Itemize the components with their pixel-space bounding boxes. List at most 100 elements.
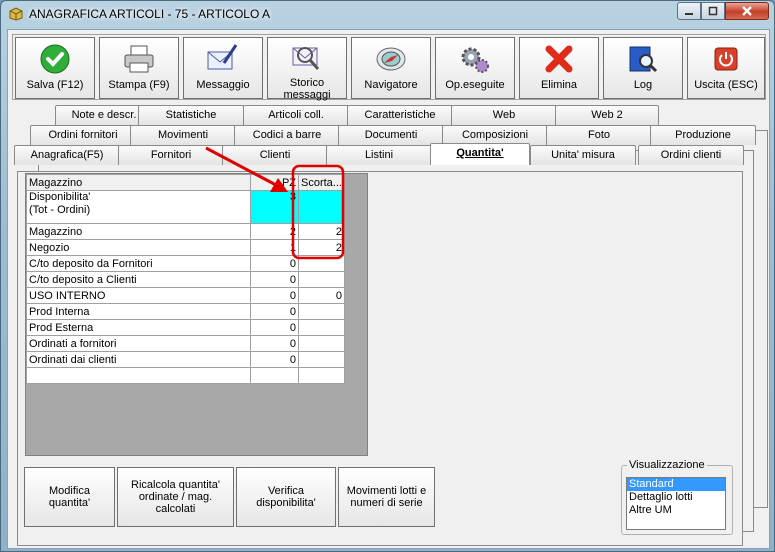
verify-availability-button[interactable]: Verifica disponibilita' — [236, 467, 336, 527]
tab-fornitori[interactable]: Fornitori — [118, 145, 224, 165]
restore-icon — [708, 6, 718, 16]
list-item[interactable]: Dettaglio lotti — [627, 491, 725, 504]
modify-quantity-button[interactable]: Modifica quantita' — [24, 467, 115, 527]
table-row[interactable]: Negozio 1 2 — [26, 239, 345, 256]
table-row[interactable]: Disponibilita' (Tot - Ordini) 3 — [26, 190, 345, 224]
scorta-cell[interactable] — [298, 190, 345, 224]
quantita-panel: Magazzino PZ Scorta... Disponibilita' (T… — [17, 171, 743, 546]
scorta-cell[interactable]: 2 — [298, 239, 345, 256]
visualizzazione-listbox[interactable]: Standard Dettaglio lotti Altre UM — [626, 477, 726, 530]
tab-listini[interactable]: Listini — [326, 145, 432, 165]
log-button[interactable]: Log — [603, 37, 683, 99]
tab-caratteristiche[interactable]: Caratteristiche — [347, 105, 453, 125]
scorta-cell[interactable] — [298, 303, 345, 320]
tab-codici-a-barre[interactable]: Codici a barre — [234, 125, 340, 145]
scorta-cell[interactable]: 0 — [298, 287, 345, 304]
header-magazzino[interactable]: Magazzino — [26, 174, 251, 191]
table-row[interactable]: C/to deposito da Fornitori 0 — [26, 255, 345, 272]
operations-done-button[interactable]: Op.eseguite — [435, 37, 515, 99]
pz-cell[interactable]: 0 — [250, 303, 299, 320]
row-label: Prod Esterna — [26, 319, 251, 336]
save-label: Salva (F12) — [26, 79, 84, 91]
power-icon — [714, 47, 738, 71]
grid-header-row: Magazzino PZ Scorta... — [26, 174, 345, 191]
pz-cell[interactable]: 2 — [250, 223, 299, 240]
red-x-icon — [545, 45, 573, 73]
tab-web-2[interactable]: Web 2 — [555, 105, 659, 125]
pz-cell[interactable] — [250, 367, 299, 384]
scorta-cell[interactable] — [298, 335, 345, 352]
scorta-cell[interactable] — [298, 319, 345, 336]
tab-movimenti[interactable]: Movimenti — [130, 125, 236, 145]
table-row[interactable]: Prod Esterna 0 — [26, 319, 345, 336]
list-item[interactable]: Altre UM — [627, 504, 725, 517]
operations-done-label: Op.eseguite — [445, 79, 505, 91]
tab-clienti[interactable]: Clienti — [222, 145, 328, 165]
lot-movements-button[interactable]: Movimenti lotti e numeri di serie — [338, 467, 435, 527]
scorta-cell[interactable] — [298, 367, 345, 384]
header-scorta[interactable]: Scorta... — [298, 174, 345, 191]
table-row[interactable]: Magazzino 2 2 — [26, 223, 345, 240]
client-area: Salva (F12) Stampa (F9) Messaggio Storic… — [7, 29, 770, 549]
pz-cell[interactable]: 0 — [250, 271, 299, 288]
tab-produzione[interactable]: Produzione — [650, 125, 756, 145]
tab-anagrafica[interactable]: Anagrafica(F5) — [14, 145, 120, 165]
quantity-grid[interactable]: Magazzino PZ Scorta... Disponibilita' (T… — [25, 173, 368, 456]
tab-documenti[interactable]: Documenti — [338, 125, 444, 145]
quantity-table: Magazzino PZ Scorta... Disponibilita' (T… — [26, 174, 345, 384]
minimize-button[interactable] — [677, 2, 701, 20]
tab-composizioni[interactable]: Composizioni — [442, 125, 548, 145]
message-history-label: Storico messaggi — [283, 77, 331, 101]
printer-icon — [124, 45, 154, 73]
exit-button[interactable]: Uscita (ESC) — [687, 37, 765, 99]
scorta-cell[interactable]: 2 — [298, 223, 345, 240]
pz-cell[interactable]: 0 — [250, 255, 299, 272]
table-row[interactable]: C/to deposito a Clienti 0 — [26, 271, 345, 288]
pz-cell[interactable]: 1 — [250, 239, 299, 256]
scorta-cell[interactable] — [298, 351, 345, 368]
table-row[interactable]: Ordinati a fornitori 0 — [26, 335, 345, 352]
tab-quantita[interactable]: Quantita' — [430, 143, 530, 165]
pz-cell[interactable]: 0 — [250, 287, 299, 304]
title-bar[interactable]: ANAGRAFICA ARTICOLI - 75 - ARTICOLO A — [1, 1, 774, 27]
table-row[interactable]: Prod Interna 0 — [26, 303, 345, 320]
visualizzazione-legend: Visualizzazione — [627, 459, 707, 471]
row-label: Ordinati dai clienti — [26, 351, 251, 368]
maximize-button[interactable] — [701, 2, 725, 20]
message-label: Messaggio — [196, 79, 250, 91]
pz-cell[interactable]: 0 — [250, 319, 299, 336]
tab-foto[interactable]: Foto — [546, 125, 652, 145]
recalculate-button[interactable]: Ricalcola quantita' ordinate / mag. calc… — [117, 467, 234, 527]
delete-button[interactable]: Elimina — [519, 37, 599, 99]
navigator-button[interactable]: Navigatore — [351, 37, 431, 99]
row-label: C/to deposito da Fornitori — [26, 255, 251, 272]
toolbar: Salva (F12) Stampa (F9) Messaggio Storic… — [12, 34, 766, 101]
tab-articoli-coll[interactable]: Articoli coll. — [243, 105, 349, 125]
print-button[interactable]: Stampa (F9) — [99, 37, 179, 99]
tab-unita-misura[interactable]: Unita' misura — [530, 145, 636, 165]
table-row[interactable] — [26, 367, 345, 384]
message-button[interactable]: Messaggio — [183, 37, 263, 99]
tab-statistiche[interactable]: Statistiche — [138, 105, 244, 125]
scorta-cell[interactable] — [298, 271, 345, 288]
disponibilita-label: Disponibilita' (Tot - Ordini) — [29, 191, 91, 216]
tab-ordini-fornitori[interactable]: Ordini fornitori — [30, 125, 136, 145]
pz-cell[interactable]: 0 — [250, 335, 299, 352]
save-button[interactable]: Salva (F12) — [15, 37, 95, 99]
checkmark-icon — [40, 44, 70, 74]
pz-cell[interactable]: 3 — [250, 190, 299, 224]
message-history-button[interactable]: Storico messaggi — [267, 37, 347, 101]
tab-control: Note e descr. Statistiche Articoli coll.… — [8, 102, 771, 550]
scorta-cell[interactable] — [298, 255, 345, 272]
tab-ordini-clienti[interactable]: Ordini clienti — [638, 145, 744, 165]
envelope-search-icon — [292, 47, 320, 70]
table-row[interactable]: Ordinati dai clienti 0 — [26, 351, 345, 368]
pz-cell[interactable]: 0 — [250, 351, 299, 368]
list-item[interactable]: Standard — [627, 478, 725, 491]
tab-web[interactable]: Web — [451, 105, 557, 125]
minimize-icon — [685, 13, 693, 15]
table-row[interactable]: USO INTERNO 0 0 — [26, 287, 345, 304]
row-label: Ordinati a fornitori — [26, 335, 251, 352]
close-button[interactable] — [725, 2, 769, 20]
header-pz[interactable]: PZ — [250, 174, 299, 191]
